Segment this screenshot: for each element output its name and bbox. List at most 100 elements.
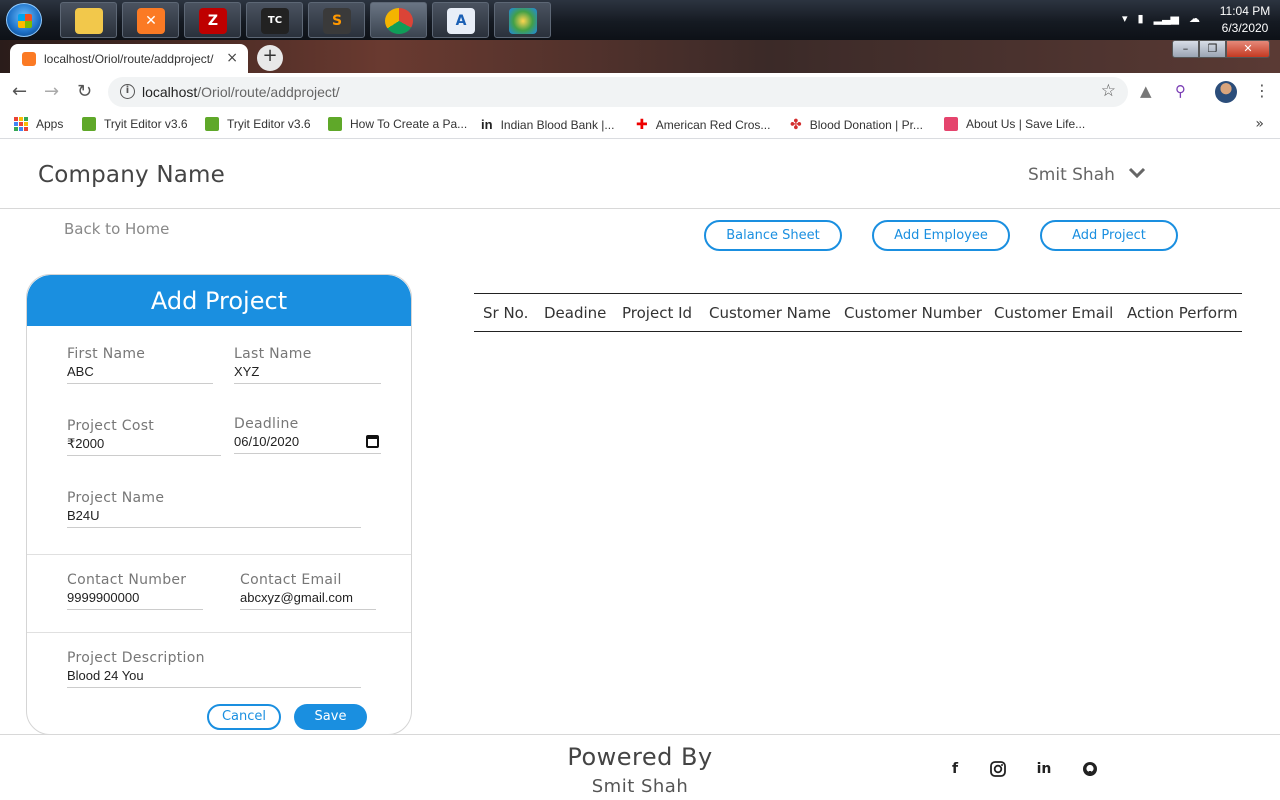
last-name-input[interactable]: XYZ	[234, 364, 381, 384]
bookmark-blood-donation[interactable]: ✤ Blood Donation | Pr...	[790, 117, 923, 133]
sublime-icon: S	[323, 8, 351, 34]
project-description-field[interactable]: Project Description Blood 24 You	[67, 650, 361, 688]
project-cost-field[interactable]: Project Cost ₹2000	[67, 418, 221, 456]
address-bar[interactable]: i localhost/Oriol/route/addproject/ ☆	[108, 77, 1128, 107]
bookmark-apps[interactable]: Apps	[14, 117, 63, 131]
profile-avatar[interactable]	[1215, 81, 1237, 103]
new-tab-button[interactable]: +	[257, 45, 283, 71]
instagram-icon[interactable]	[988, 759, 1008, 779]
bookmark-about-us[interactable]: About Us | Save Life...	[944, 117, 1085, 131]
taskbar-file-explorer[interactable]	[60, 2, 117, 38]
start-button[interactable]	[6, 3, 42, 37]
signal-icon[interactable]: ▂▃▅	[1154, 12, 1179, 25]
w3schools-icon	[328, 117, 342, 131]
taskbar-paint[interactable]	[494, 2, 551, 38]
close-window-button[interactable]: ✕	[1226, 40, 1270, 58]
add-employee-button[interactable]: Add Employee	[872, 220, 1010, 251]
drive-extension-icon[interactable]: ▲	[1140, 82, 1152, 100]
taskbar-sublime-text[interactable]: S	[308, 2, 365, 38]
github-icon[interactable]	[1080, 759, 1100, 779]
column-header: Deadine	[544, 304, 607, 322]
project-cost-input[interactable]: ₹2000	[67, 436, 221, 456]
first-name-input[interactable]: ABC	[67, 364, 213, 384]
address-url[interactable]: localhost/Oriol/route/addproject/	[142, 84, 340, 100]
chrome-icon	[385, 8, 413, 34]
form-divider	[27, 632, 411, 633]
browser-toolbar: ← → ↻ i localhost/Oriol/route/addproject…	[0, 73, 1280, 111]
balance-sheet-button[interactable]: Balance Sheet	[704, 220, 842, 251]
last-name-field[interactable]: Last Name XYZ	[234, 346, 381, 384]
deadline-field[interactable]: Deadline 06/10/2020	[234, 416, 381, 454]
taskbar-xampp[interactable]: ✕	[122, 2, 179, 38]
bookmark-red-cross[interactable]: ✚ American Red Cros...	[636, 117, 770, 133]
company-name[interactable]: Company Name	[38, 162, 225, 188]
project-cost-label: Project Cost	[67, 418, 155, 434]
bookmark-label: Apps	[36, 117, 64, 131]
contact-email-label: Contact Email	[240, 572, 342, 588]
linkedin-icon: in	[481, 117, 493, 132]
maximize-button[interactable]: ❐	[1199, 40, 1226, 58]
search-extension-icon[interactable]: ⚲	[1175, 82, 1186, 100]
column-header: Project Id	[622, 304, 693, 322]
heart-icon	[944, 117, 958, 131]
cancel-button[interactable]: Cancel	[207, 704, 281, 730]
first-name-label: First Name	[67, 346, 146, 362]
folder-icon	[75, 8, 103, 34]
minimize-button[interactable]: –	[1172, 40, 1199, 58]
project-name-field[interactable]: Project Name B24U	[67, 490, 361, 528]
contact-number-input[interactable]: 9999900000	[67, 590, 203, 610]
facebook-icon[interactable]: f	[945, 759, 965, 779]
bookmark-label: Tryit Editor v3.6	[104, 117, 188, 131]
browser-menu-icon[interactable]: ⋮	[1254, 81, 1270, 100]
site-header: Company Name Smit Shah	[0, 142, 1280, 209]
system-clock[interactable]: 11:04 PM 6/3/2020	[1210, 3, 1280, 37]
bookmarks-overflow-icon[interactable]: »	[1255, 116, 1264, 132]
forward-arrow-icon[interactable]: →	[44, 81, 59, 102]
tab-favicon-icon	[22, 52, 36, 66]
calendar-icon[interactable]	[366, 435, 379, 448]
cloud-icon[interactable]: ☁	[1189, 12, 1200, 25]
tray-expand-icon[interactable]: ▾	[1122, 12, 1128, 25]
system-tray: ▾ ▮ ▂▃▅ ☁	[1122, 12, 1200, 25]
column-header: Sr No.	[483, 304, 529, 322]
bookmark-tryit-2[interactable]: Tryit Editor v3.6	[205, 117, 311, 131]
browser-tab-active[interactable]: localhost/Oriol/route/addproject/ ×	[10, 44, 248, 73]
bookmark-label: About Us | Save Life...	[966, 117, 1086, 131]
save-button[interactable]: Save	[294, 704, 367, 730]
bookmark-indian-blood-bank[interactable]: in Indian Blood Bank |...	[481, 117, 614, 132]
contact-email-input[interactable]: abcxyz@gmail.com	[240, 590, 376, 610]
column-header: Customer Email	[994, 304, 1114, 322]
project-description-label: Project Description	[67, 650, 205, 666]
bookmark-star-icon[interactable]: ☆	[1101, 81, 1116, 101]
taskbar-chrome[interactable]	[370, 2, 427, 38]
power-icon[interactable]: ▮	[1138, 12, 1144, 25]
user-menu-name[interactable]: Smit Shah	[1028, 165, 1115, 185]
first-name-field[interactable]: First Name ABC	[67, 346, 213, 384]
tab-close-icon[interactable]: ×	[226, 50, 238, 66]
reload-icon[interactable]: ↻	[77, 81, 92, 102]
taskbar-ms-office[interactable]: TC	[246, 2, 303, 38]
add-project-button[interactable]: Add Project	[1040, 220, 1178, 251]
blood-drop-icon: ✤	[790, 117, 802, 133]
project-name-input[interactable]: B24U	[67, 508, 361, 528]
deadline-value: 06/10/2020	[234, 434, 300, 449]
contact-email-field[interactable]: Contact Email abcxyz@gmail.com	[240, 572, 376, 610]
deadline-input[interactable]: 06/10/2020	[234, 434, 381, 454]
bookmark-tryit-1[interactable]: Tryit Editor v3.6	[82, 117, 188, 131]
contact-number-field[interactable]: Contact Number 9999900000	[67, 572, 203, 610]
paint-icon	[509, 8, 537, 34]
taskbar-filezilla[interactable]: Z	[184, 2, 241, 38]
footer-author: Smit Shah	[591, 776, 689, 797]
project-description-input[interactable]: Blood 24 You	[67, 668, 361, 688]
chevron-down-icon[interactable]	[1128, 166, 1146, 180]
back-arrow-icon[interactable]: ←	[12, 81, 27, 102]
site-info-icon[interactable]: i	[120, 84, 135, 99]
filezilla-icon: Z	[199, 8, 227, 34]
site-footer: Powered By Smit Shah f in	[0, 734, 1280, 800]
linkedin-icon[interactable]: in	[1034, 759, 1054, 779]
back-to-home-link[interactable]: Back to Home	[64, 220, 169, 238]
taskbar-notepad[interactable]: A	[432, 2, 489, 38]
form-title: Add Project	[150, 287, 288, 315]
xampp-icon: ✕	[137, 8, 165, 34]
bookmark-how-to[interactable]: How To Create a Pa...	[328, 117, 467, 131]
